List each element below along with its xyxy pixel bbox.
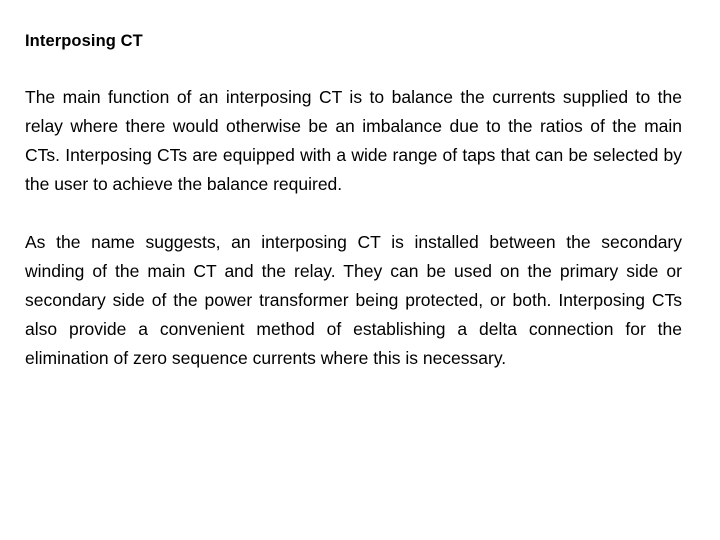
- slide-body: The main function of an interposing CT i…: [25, 83, 682, 373]
- paragraph-2: As the name suggests, an interposing CT …: [25, 232, 682, 368]
- slide-canvas: Interposing CT The main function of an i…: [0, 0, 720, 540]
- page-title: Interposing CT: [25, 32, 143, 50]
- paragraph-1: The main function of an interposing CT i…: [25, 87, 682, 194]
